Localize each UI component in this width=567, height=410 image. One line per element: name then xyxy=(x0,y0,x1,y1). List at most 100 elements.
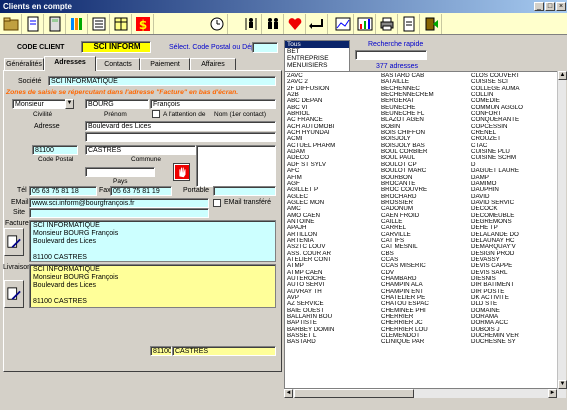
facture-line: 81100 CASTRES xyxy=(33,254,87,261)
dollar-icon[interactable]: $ xyxy=(132,14,154,34)
address-list[interactable]: 2AVC 2AVC 2 2F DIFFUSION A2B ABC DEPAN ABC VI… xyxy=(284,71,566,389)
list-item[interactable]: BASTARD xyxy=(287,339,335,345)
fax-label: Fax xyxy=(99,187,111,194)
facture-address-block[interactable]: SCI INFORMATIQUE Monsieur BOURG François… xyxy=(29,220,276,262)
edit-livraison-icon[interactable] xyxy=(4,280,24,308)
horizontal-scrollbar[interactable]: ◄ ► xyxy=(284,389,566,398)
tel-field[interactable]: 05 63 75 81 18 xyxy=(29,186,97,196)
enter-arrow-icon[interactable] xyxy=(306,14,328,34)
code-postal-field[interactable]: 81100 xyxy=(32,145,78,155)
print-icon[interactable] xyxy=(376,14,398,34)
calculator-icon[interactable] xyxy=(44,14,66,34)
people-icon[interactable] xyxy=(262,14,284,34)
scroll-thumb[interactable] xyxy=(294,389,414,398)
livraison-line: SCI INFORMATIQUE xyxy=(33,266,100,273)
commune-field[interactable]: CASTRES xyxy=(85,145,196,155)
site-field[interactable] xyxy=(29,208,209,218)
quick-search-label: Recherche rapide xyxy=(368,41,424,48)
site-label: Site xyxy=(13,209,26,216)
facture-label: Facture xyxy=(5,220,29,227)
bottom-commune-field[interactable]: CASTRES xyxy=(172,346,276,356)
adresse-line-2[interactable] xyxy=(85,132,276,142)
category-item[interactable]: ENTREPRISE xyxy=(285,55,349,62)
email-label: EMail xyxy=(11,199,29,206)
graph-icon[interactable] xyxy=(354,14,376,34)
chart-icon[interactable] xyxy=(332,14,354,34)
attention-checkbox[interactable] xyxy=(152,110,160,118)
quick-search-input[interactable] xyxy=(355,50,427,60)
category-item[interactable]: Tous xyxy=(285,41,349,48)
edit-facture-icon[interactable] xyxy=(4,228,24,256)
list-column: BASTARD CAB BATAILLE BECHENNEC BECHENNECREM… xyxy=(381,73,434,346)
tab-affaires[interactable]: Affaires xyxy=(190,58,236,70)
document-icon[interactable] xyxy=(398,14,420,34)
tel-label: Tél xyxy=(17,187,27,194)
toolbar: $ xyxy=(0,13,567,35)
address-count: 377 adresses xyxy=(376,63,419,70)
email-transfere-label: EMail transféré xyxy=(224,199,272,206)
vertical-scrollbar[interactable]: ▲ ▼ xyxy=(557,71,567,389)
tab-adresses[interactable]: Adresses xyxy=(44,56,96,71)
scroll-up-icon[interactable]: ▲ xyxy=(558,71,567,80)
list-item[interactable]: CLINIQUE PAR xyxy=(381,339,434,345)
folder-icon[interactable] xyxy=(0,14,22,34)
tab-generalites[interactable]: Généralités xyxy=(4,58,44,70)
email-transfere-checkbox[interactable] xyxy=(213,199,221,207)
code-postal-label: Code Postal xyxy=(38,156,74,163)
close-button[interactable]: × xyxy=(556,2,566,11)
facture-line: Boulevard des Lices xyxy=(33,238,97,245)
livraison-line: Monsieur BOURG François xyxy=(33,274,119,281)
email-field[interactable]: www.sci.inform@bourgfrançois.fr xyxy=(29,198,209,208)
list-item[interactable]: CUISINE SCHM xyxy=(471,155,523,161)
code-client-field[interactable]: SCI INFORM xyxy=(81,41,151,53)
window-title-bar[interactable]: Clients en compte xyxy=(0,0,567,13)
postal-code-filter-field[interactable] xyxy=(252,42,278,53)
tab-paiement[interactable]: Paiement xyxy=(140,58,190,70)
category-list[interactable]: Tous BET ENTREPRISE MENUISIERS xyxy=(284,40,350,74)
hand-stop-icon[interactable] xyxy=(173,163,190,181)
societe-label: Société xyxy=(18,78,42,85)
new-document-icon[interactable] xyxy=(22,14,44,34)
pays-field[interactable] xyxy=(85,167,155,177)
scroll-down-icon[interactable]: ▼ xyxy=(558,380,567,389)
livraison-address-block[interactable]: SCI INFORMATIQUE Monsieur BOURG François… xyxy=(29,264,276,308)
civilite-label: Civilité xyxy=(33,111,53,118)
livraison-line xyxy=(33,290,272,298)
minimize-button[interactable]: _ xyxy=(534,2,544,11)
attention-label: A l'attention de xyxy=(163,111,206,118)
columns-icon[interactable] xyxy=(66,14,88,34)
portable-field[interactable] xyxy=(213,186,276,196)
person-icon[interactable] xyxy=(240,14,262,34)
scroll-right-icon[interactable]: ► xyxy=(548,389,557,398)
window-title: Clients en compte xyxy=(3,2,72,11)
adresse-line-1[interactable]: Boulevard des Lices xyxy=(85,121,276,131)
facture-line: SCI INFORMATIQUE xyxy=(33,222,100,229)
maximize-button[interactable]: □ xyxy=(545,2,555,11)
societe-field[interactable]: SCI INFORMATIQUE xyxy=(48,76,276,86)
nom-contact-label: Nom (1er contact) xyxy=(214,111,267,118)
facture-line xyxy=(33,246,272,254)
list-item[interactable]: DUCHESNE SY xyxy=(471,339,523,345)
notes-box[interactable] xyxy=(196,145,276,187)
clock-icon[interactable] xyxy=(206,14,228,34)
list-column: CLOS COUVERT CUISISE SCI COLLEGE AUMA COLLI… xyxy=(471,73,523,346)
list-icon[interactable] xyxy=(88,14,110,34)
category-item[interactable]: MENUISIERS xyxy=(285,62,349,69)
fax-field[interactable]: 05 63 75 81 19 xyxy=(110,186,172,196)
heart-return-icon[interactable] xyxy=(284,14,306,34)
adresse-label: Adresse xyxy=(34,123,60,130)
nom-field[interactable]: BOURG xyxy=(85,99,149,109)
tab-contacts[interactable]: Contacts xyxy=(96,58,140,70)
table-icon[interactable] xyxy=(110,14,132,34)
prenom-field[interactable]: François xyxy=(150,99,276,109)
facture-line: Monsieur BOURG François xyxy=(33,230,119,237)
exit-icon[interactable] xyxy=(420,14,442,34)
chevron-down-icon[interactable]: ▼ xyxy=(65,99,74,109)
commune-label: Commune xyxy=(131,156,161,163)
bottom-cp-field[interactable]: 81100 xyxy=(150,346,172,356)
code-client-label: CODE CLIENT xyxy=(17,44,65,51)
livraison-line: Boulevard des Lices xyxy=(33,282,97,289)
category-item[interactable]: BET xyxy=(285,48,349,55)
select-postal-hint: Sélect. Code Postal ou Départ. xyxy=(169,44,266,51)
scroll-left-icon[interactable]: ◄ xyxy=(284,389,293,398)
